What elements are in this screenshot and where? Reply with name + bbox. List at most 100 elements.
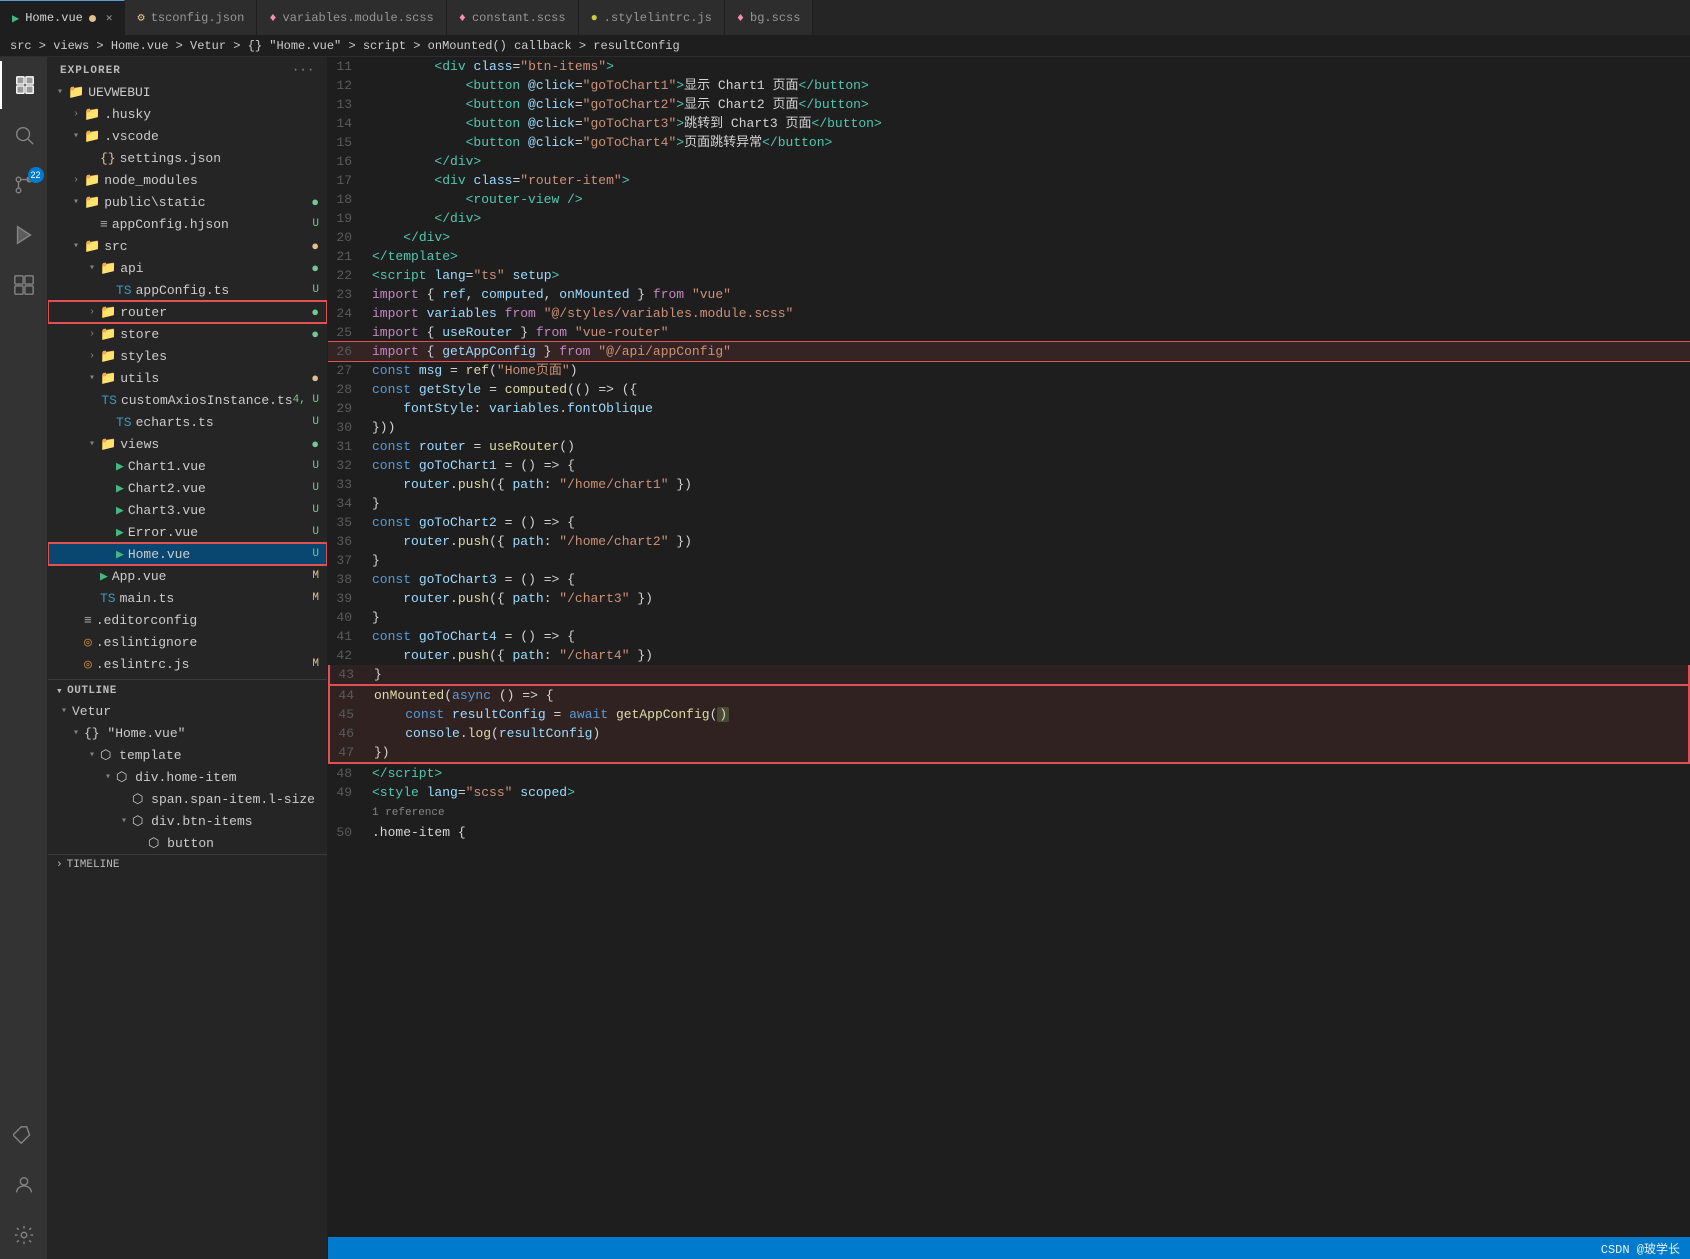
timeline-section[interactable]: › TIMELINE bbox=[48, 854, 327, 875]
item-label: styles bbox=[120, 349, 167, 364]
tab-home-vue[interactable]: ▶ Home.vue ✕ bbox=[0, 0, 125, 36]
badge-u: U bbox=[312, 416, 319, 428]
table-row: 18 <router-view /> bbox=[328, 190, 1690, 209]
outline-header[interactable]: ▾ OUTLINE bbox=[48, 680, 327, 700]
sidebar-item-store[interactable]: › 📁 store ● bbox=[48, 323, 327, 345]
code-line: fontStyle: variables.fontOblique bbox=[368, 399, 1690, 418]
sidebar-item-editorconfig[interactable]: ≡ .editorconfig bbox=[48, 609, 327, 631]
tab-variables-scss[interactable]: ♦ variables.module.scss bbox=[257, 0, 446, 36]
item-label: .editorconfig bbox=[96, 613, 197, 628]
item-label: utils bbox=[120, 371, 159, 386]
outline-template[interactable]: ▾ ⬡ template bbox=[48, 744, 327, 766]
sidebar-item-husky[interactable]: › 📁 .husky bbox=[48, 103, 327, 125]
sidebar-item-home[interactable]: ▶ Home.vue U bbox=[48, 543, 327, 565]
file-icon: ◎ bbox=[84, 635, 92, 650]
sidebar-item-main-ts[interactable]: TS main.ts M bbox=[48, 587, 327, 609]
line-number: 14 bbox=[328, 114, 368, 133]
arrow-icon: ▾ bbox=[56, 684, 63, 698]
sidebar-item-custom-axios[interactable]: TS customAxiosInstance.ts 4, U bbox=[48, 389, 327, 411]
tab-label: constant.scss bbox=[472, 11, 566, 25]
outline-home-vue[interactable]: ▾ {} "Home.vue" bbox=[48, 722, 327, 744]
code-line: <script lang="ts" setup> bbox=[368, 266, 1690, 285]
explorer-icon[interactable] bbox=[0, 61, 48, 109]
item-label: public\static bbox=[104, 195, 205, 210]
sidebar-item-app-vue[interactable]: ▶ App.vue M bbox=[48, 565, 327, 587]
sidebar-item-error[interactable]: ▶ Error.vue U bbox=[48, 521, 327, 543]
outline-vetur[interactable]: ▾ Vetur bbox=[48, 700, 327, 722]
tab-constant-scss[interactable]: ♦ constant.scss bbox=[447, 0, 579, 36]
modified-dot: ● bbox=[311, 305, 319, 320]
sidebar-item-api[interactable]: ▾ 📁 api ● bbox=[48, 257, 327, 279]
sidebar-item-chart3[interactable]: ▶ Chart3.vue U bbox=[48, 499, 327, 521]
folder-icon: 📁 bbox=[100, 305, 116, 320]
item-label: .vscode bbox=[104, 129, 159, 144]
sidebar-item-utils[interactable]: ▾ 📁 utils ● bbox=[48, 367, 327, 389]
run-icon[interactable] bbox=[0, 211, 48, 259]
outline-div-home-item[interactable]: ▾ ⬡ div.home-item bbox=[48, 766, 327, 788]
code-editor[interactable]: 11 <div class="btn-items"> 12 <button @c… bbox=[328, 57, 1690, 1237]
source-control-icon[interactable]: 22 bbox=[0, 161, 48, 209]
extensions-icon[interactable] bbox=[0, 261, 48, 309]
tab-stylelintrc[interactable]: ● .stylelintrc.js bbox=[579, 0, 725, 36]
sidebar-item-src[interactable]: ▾ 📁 src ● bbox=[48, 235, 327, 257]
json-icon: {} bbox=[100, 151, 116, 166]
sidebar-item-chart1[interactable]: ▶ Chart1.vue U bbox=[48, 455, 327, 477]
settings-icon[interactable] bbox=[0, 1211, 48, 1259]
outline-div-btn-items[interactable]: ▾ ⬡ div.btn-items bbox=[48, 810, 327, 832]
table-row: 17 <div class="router-item"> bbox=[328, 171, 1690, 190]
sidebar-item-appconfig-hjson[interactable]: ≡ appConfig.hjson U bbox=[48, 213, 327, 235]
code-line: .home-item { bbox=[368, 823, 1690, 842]
sidebar-item-styles[interactable]: › 📁 styles bbox=[48, 345, 327, 367]
sidebar-item-echarts[interactable]: TS echarts.ts U bbox=[48, 411, 327, 433]
tree-root[interactable]: ▾ 📁 UEVWEBUI bbox=[48, 81, 327, 103]
table-row: 50 .home-item { bbox=[328, 823, 1690, 842]
item-label: App.vue bbox=[112, 569, 167, 584]
line-number: 43 bbox=[330, 665, 370, 684]
item-label: ⬡ span.span-item.l-size bbox=[132, 792, 315, 807]
close-icon[interactable]: ✕ bbox=[106, 11, 113, 25]
sidebar-item-node-modules[interactable]: › 📁 node_modules bbox=[48, 169, 327, 191]
modified-dot: ● bbox=[311, 327, 319, 342]
outline-span[interactable]: ⬡ span.span-item.l-size bbox=[48, 788, 327, 810]
tab-label: .stylelintrc.js bbox=[604, 11, 712, 25]
table-row: 43 } bbox=[328, 665, 1690, 684]
table-row: 40 } bbox=[328, 608, 1690, 627]
sidebar-item-settings[interactable]: {} settings.json bbox=[48, 147, 327, 169]
sidebar-item-appconfig-ts[interactable]: TS appConfig.ts U bbox=[48, 279, 327, 301]
table-row: 29 fontStyle: variables.fontOblique bbox=[328, 399, 1690, 418]
line-number: 12 bbox=[328, 76, 368, 95]
modified-dot: ● bbox=[311, 239, 319, 254]
line-number: 18 bbox=[328, 190, 368, 209]
sidebar-item-eslintignore[interactable]: ◎ .eslintignore bbox=[48, 631, 327, 653]
folder-icon: 📁 bbox=[84, 195, 100, 210]
sidebar-item-vscode[interactable]: ▾ 📁 .vscode bbox=[48, 125, 327, 147]
tab-tsconfig[interactable]: ⚙ tsconfig.json bbox=[125, 0, 257, 36]
sidebar-item-views[interactable]: ▾ 📁 views ● bbox=[48, 433, 327, 455]
line-number: 22 bbox=[328, 266, 368, 285]
sidebar-item-router[interactable]: › 📁 router ● bbox=[48, 301, 327, 323]
code-line: router.push({ path: "/home/chart2" }) bbox=[368, 532, 1690, 551]
line-number: 17 bbox=[328, 171, 368, 190]
line-number: 20 bbox=[328, 228, 368, 247]
table-row: 41 const goToChart4 = () => { bbox=[328, 627, 1690, 646]
test-icon[interactable] bbox=[0, 1111, 48, 1159]
arrow-icon: ▾ bbox=[56, 705, 72, 717]
editor-area: 11 <div class="btn-items"> 12 <button @c… bbox=[328, 57, 1690, 1259]
code-line: router.push({ path: "/chart3" }) bbox=[368, 589, 1690, 608]
table-row: 45 const resultConfig = await getAppConf… bbox=[328, 705, 1690, 724]
line-number: 26 bbox=[328, 342, 368, 361]
sidebar-item-public[interactable]: ▾ 📁 public\static ● bbox=[48, 191, 327, 213]
search-icon[interactable] bbox=[0, 111, 48, 159]
sidebar-menu-icon[interactable]: ··· bbox=[292, 65, 315, 77]
badge-m: M bbox=[312, 658, 319, 670]
line-number: 41 bbox=[328, 627, 368, 646]
sidebar-item-eslintrc[interactable]: ◎ .eslintrc.js M bbox=[48, 653, 327, 675]
account-icon[interactable] bbox=[0, 1161, 48, 1209]
arrow-icon: ▾ bbox=[84, 438, 100, 450]
table-row: 33 router.push({ path: "/home/chart1" }) bbox=[328, 475, 1690, 494]
sidebar-item-chart2[interactable]: ▶ Chart2.vue U bbox=[48, 477, 327, 499]
badge-u: U bbox=[312, 526, 319, 538]
badge-u: U bbox=[312, 482, 319, 494]
outline-button[interactable]: ⬡ button bbox=[48, 832, 327, 854]
tab-bg-scss[interactable]: ♦ bg.scss bbox=[725, 0, 814, 36]
